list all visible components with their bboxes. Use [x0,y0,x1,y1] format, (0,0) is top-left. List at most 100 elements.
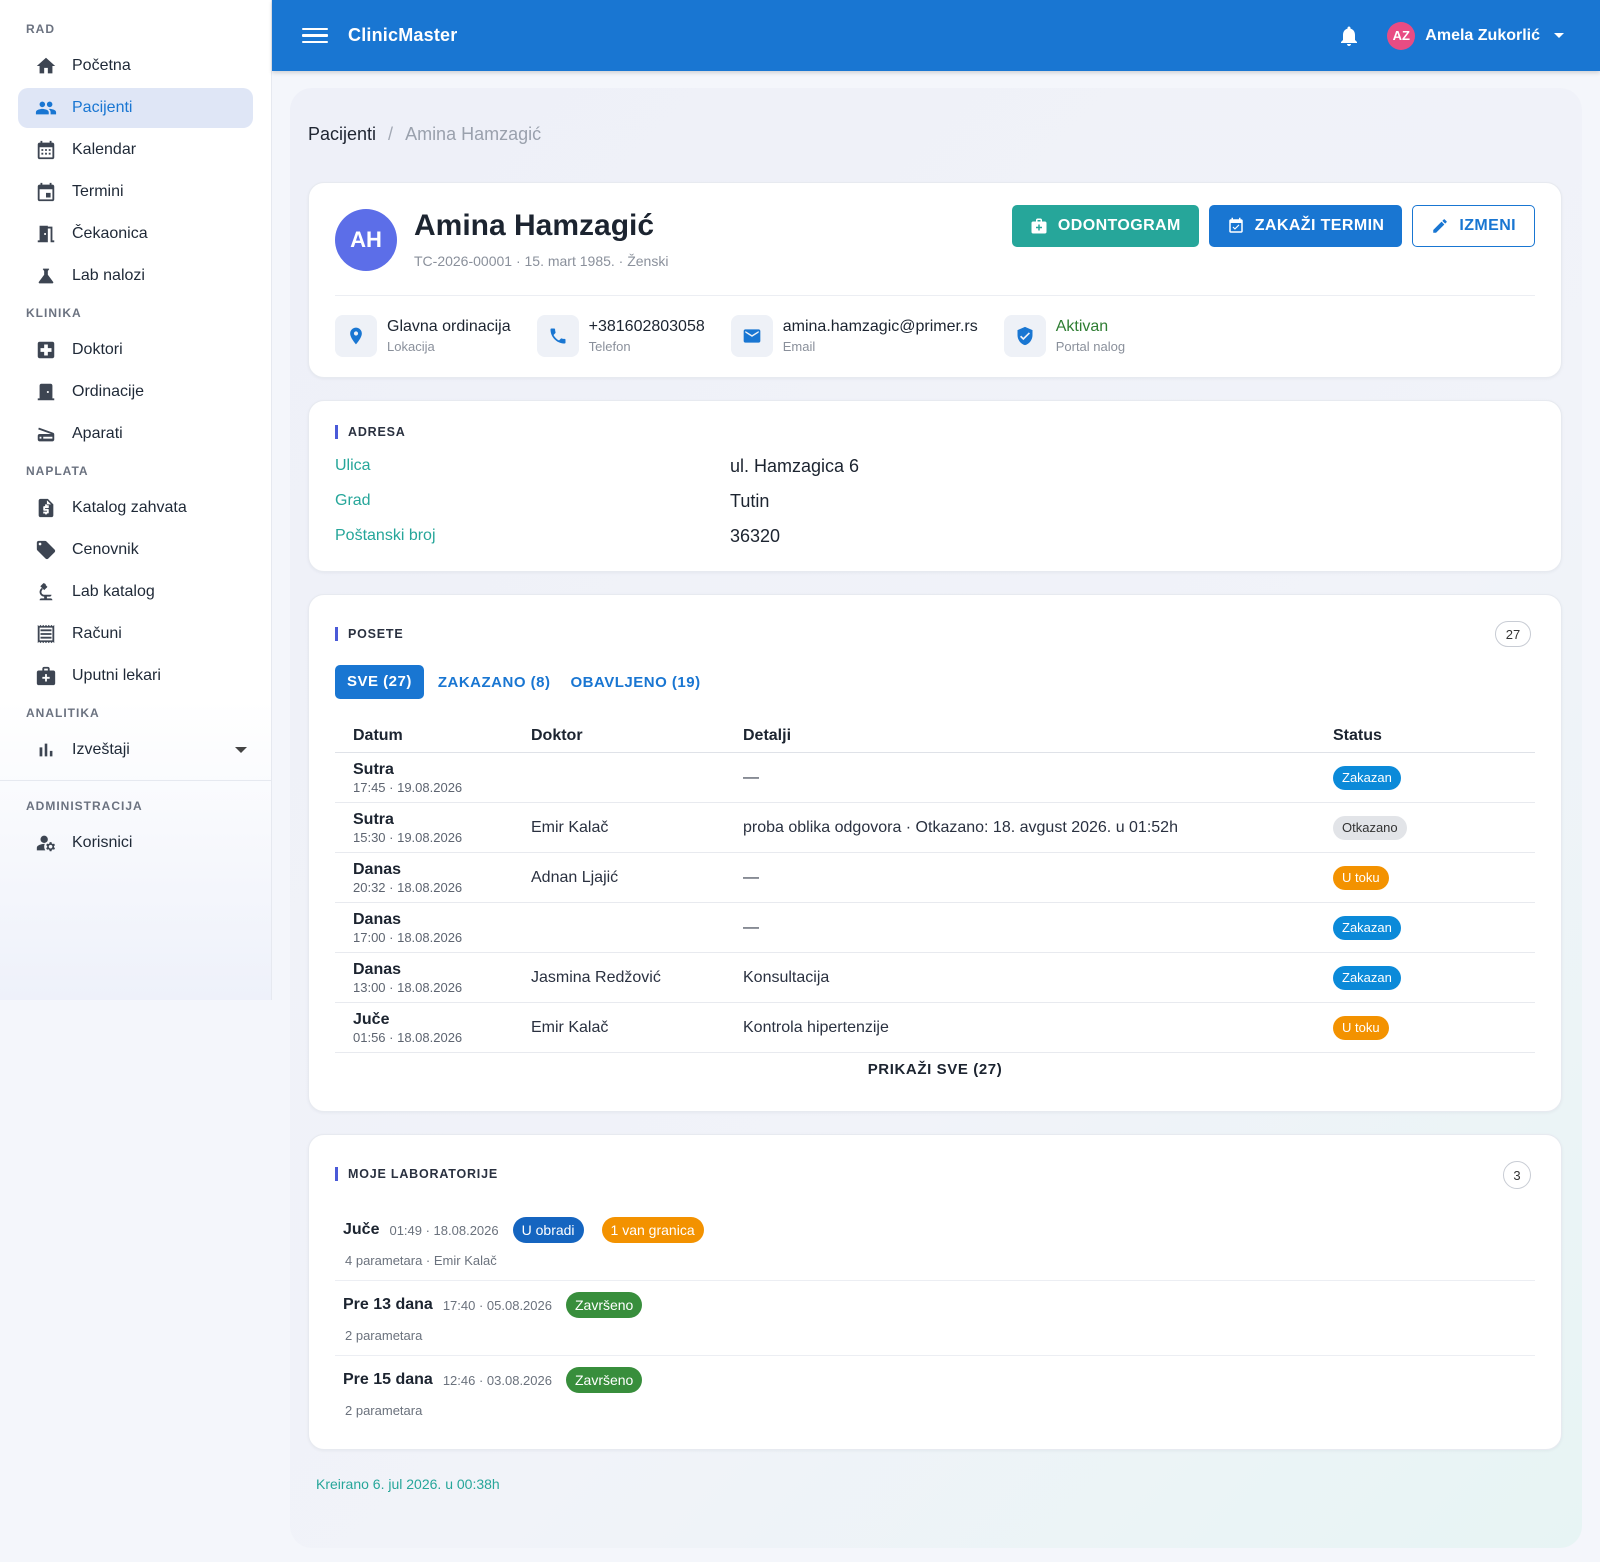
email-value[interactable]: amina.hamzagic@primer.rs [783,318,978,336]
cell-doktor: Adnan Ljajić [531,868,619,886]
status-badge: Zakazan [1333,765,1401,790]
address-row: Grad Tutin [335,488,1535,514]
nav-section-analitika: ANALITIKA [26,706,100,720]
visit-day: Sutra [353,760,394,778]
table-row[interactable]: Sutra 15:30 · 19.08.2026 Emir Kalač proba o… [335,803,1535,853]
sidebar-item-izvestaji[interactable]: Izveštaji [18,730,253,770]
created-timestamp: Kreirano 6. jul 2026. u 00:38h [316,1476,500,1492]
column-header-status[interactable]: Status [1333,727,1535,745]
medical-bag-icon [34,664,58,688]
sidebar-item-ordinacije[interactable]: Ordinacije [18,372,253,412]
column-header-doktor[interactable]: Doktor [531,727,743,745]
home-icon [34,54,58,78]
chevron-down-icon[interactable] [235,747,247,753]
patient-actions: ODONTOGRAM ZAKAŽI TERMIN IZMENI [1011,205,1535,247]
info-location: Glavna ordinacija Lokacija [335,315,511,357]
sidebar-item-korisnici[interactable]: Korisnici [18,823,253,863]
event-icon [34,180,58,204]
user-menu-chevron-down-icon[interactable] [1554,33,1564,38]
tab-obavljeno[interactable]: OBAVLJENO (19) [571,674,701,691]
sidebar-item-kalendar[interactable]: Kalendar [18,130,253,170]
nav-section-administracija: ADMINISTRACIJA [26,799,143,813]
room-door-icon [34,380,58,404]
table-row[interactable]: Danas 13:00 · 18.08.2026 Jasmina Redžović K… [335,953,1535,1003]
visit-day: Danas [353,910,402,928]
lab-list-item[interactable]: Juče 01:49 · 18.08.2026 U obradi 1 van gran… [335,1207,1535,1281]
tab-sve[interactable]: SVE (27) [335,665,424,699]
info-email: amina.hamzagic@primer.rs Email [730,315,978,357]
sidebar-item-uputni-lekari[interactable]: Uputni lekari [18,656,253,696]
visits-section-title: POSETE [335,627,404,641]
table-row[interactable]: Danas 17:00 · 18.08.2026 — Zakazan [335,903,1535,953]
sidebar-item-label: Izveštaji [72,741,130,758]
lab-time: 01:49 · 18.08.2026 [389,1222,499,1238]
bar-chart-icon [34,738,58,762]
sidebar-item-pacijenti[interactable]: Pacijenti [18,88,253,128]
show-all-visits-button[interactable]: PRIKAŽI SVE (27) [309,1061,1561,1078]
breadcrumb: Pacijenti / Amina Hamzagić [308,124,541,145]
notifications-bell-icon[interactable] [1337,24,1361,48]
lab-list-item[interactable]: Pre 13 dana 17:40 · 05.08.2026 Završeno 2 p… [335,1282,1535,1356]
portal-label: Portal nalog [1055,339,1126,354]
sidebar-item-label: Kalendar [72,141,137,158]
sidebar-item-label: Lab nalozi [72,267,145,284]
table-row[interactable]: Danas 20:32 · 18.08.2026 Adnan Ljajić — U to… [335,853,1535,903]
sidebar-item-cenovnik[interactable]: Cenovnik [18,530,253,570]
status-badge: U toku [1333,1015,1389,1040]
sidebar-item-aparati[interactable]: Aparati [18,414,253,454]
sidebar-item-racuni[interactable]: Računi [18,614,253,654]
menu-icon[interactable] [302,26,328,46]
status-badge: U toku [1333,865,1389,890]
calendar-month-icon [34,138,58,162]
tab-zakazano[interactable]: ZAKAZANO (8) [438,674,551,691]
app-title[interactable]: ClinicMaster [348,25,457,46]
cell-datum: Danas 17:00 · 18.08.2026 [335,911,531,945]
sidebar-item-lab-katalog[interactable]: Lab katalog [18,572,253,612]
user-avatar[interactable]: AZ [1387,21,1416,50]
visit-time: 15:30 · 19.08.2026 [353,829,463,845]
column-header-detalji[interactable]: Detalji [743,727,1333,745]
odontogram-button-label: ODONTOGRAM [1057,217,1181,234]
sidebar-item-label: Čekaonica [72,225,148,242]
sidebar-item-label: Početna [72,57,131,74]
schedule-appointment-button[interactable]: ZAKAŽI TERMIN [1208,205,1403,247]
patient-meta: TC-2026-00001 · 15. mart 1985. · Ženski [414,253,669,269]
cell-detalji: — [743,868,759,886]
visit-day: Danas [353,960,402,978]
cell-datum: Danas 13:00 · 18.08.2026 [335,961,531,995]
column-header-datum[interactable]: Datum [335,727,531,745]
visit-time: 17:45 · 19.08.2026 [353,779,463,795]
sidebar-item-termini[interactable]: Termini [18,172,253,212]
sidebar-item-label: Katalog zahvata [72,499,187,516]
odontogram-button[interactable]: ODONTOGRAM [1011,205,1199,247]
lab-time: 12:46 · 03.08.2026 [442,1372,552,1388]
table-row[interactable]: Sutra 17:45 · 19.08.2026 — Zakazan [335,753,1535,803]
visit-day: Sutra [353,810,394,828]
phone-value[interactable]: +381602803058 [589,318,705,336]
cell-doktor: Emir Kalač [531,818,609,836]
lab-list-item[interactable]: Pre 15 dana 12:46 · 03.08.2026 Završeno 2 p… [335,1357,1535,1431]
breadcrumb-current: Amina Hamzagić [405,124,542,144]
sidebar-item-katalog-zahvata[interactable]: Katalog zahvata [18,488,253,528]
address-value: Tutin [730,490,770,511]
sidebar-item-doktori[interactable]: Doktori [18,330,253,370]
table-row[interactable]: Juče 01:56 · 18.08.2026 Emir Kalač Kontrola… [335,1003,1535,1053]
microscope-icon [34,580,58,604]
door-icon [34,222,58,246]
labs-section-title: MOJE LABORATORIJE [335,1167,498,1181]
phone-icon [536,315,579,357]
user-name[interactable]: Amela Zukorlić [1425,27,1540,45]
edit-button[interactable]: IZMENI [1412,205,1535,247]
breadcrumb-link-pacijenti[interactable]: Pacijenti [308,124,376,145]
edit-button-label: IZMENI [1459,217,1516,234]
sidebar-item-pocetna[interactable]: Početna [18,46,253,86]
sidebar-item-cekaonica[interactable]: Čekaonica [18,214,253,254]
visit-day: Juče [353,1010,390,1028]
status-badge: Otkazano [1333,815,1407,840]
location-value: Glavna ordinacija [387,318,511,335]
patient-avatar: AH [335,209,397,271]
nav-section-rad: RAD [26,22,55,36]
sidebar-item-lab-nalozi[interactable]: Lab nalozi [18,256,253,296]
cell-datum: Danas 20:32 · 18.08.2026 [335,861,531,895]
cell-status: Otkazano [1333,815,1535,840]
